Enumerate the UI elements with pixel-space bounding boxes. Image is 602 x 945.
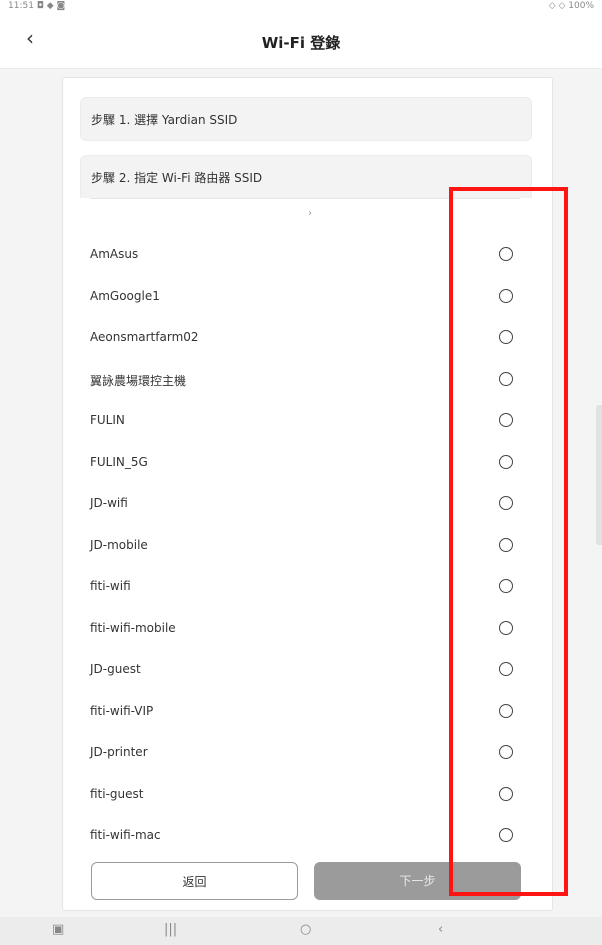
ssid-label: 翼詠農場環控主機 (90, 373, 187, 388)
ssid-label: Aeonsmartfarm02 (90, 330, 199, 344)
nav-home-button[interactable]: ○ (300, 922, 311, 937)
ssid-label: fiti-wifi-VIP (90, 703, 154, 718)
highlight-box (449, 187, 568, 896)
back-step-button[interactable]: 返回 (91, 862, 298, 900)
step1-panel[interactable]: 步驟 1. 選擇 Yardian SSID (80, 97, 532, 141)
ssid-label: AmGoogle1 (90, 288, 160, 303)
ssid-label: fiti-wifi-mac (90, 828, 161, 842)
step1-label: 步驟 1. 選擇 Yardian SSID (91, 113, 238, 127)
status-bar: 11:51 ◘ ◆ ◙ ◇ ◇ 100% (0, 0, 602, 12)
ssid-label: JD-printer (90, 745, 148, 759)
ssid-label: FULIN (90, 413, 125, 427)
app-bar: ‹ Wi-Fi 登錄 (0, 12, 602, 69)
loading-icon: › (308, 208, 312, 219)
status-icons: ◇ ◇ 100% (548, 1, 594, 11)
ssid-label: fiti-guest (90, 786, 144, 801)
nav-recents-button[interactable]: ||| (164, 922, 177, 937)
scrollbar-handle[interactable] (596, 405, 602, 545)
ssid-label: fiti-wifi (90, 579, 131, 593)
step2-label: 步驟 2. 指定 Wi-Fi 路由器 SSID (91, 171, 263, 185)
ssid-label: JD-wifi (90, 496, 128, 510)
ssid-label: fiti-wifi-mobile (90, 620, 176, 635)
ssid-label: JD-guest (90, 662, 141, 676)
page-title: Wi-Fi 登錄 (261, 34, 341, 52)
ssid-label: FULIN_5G (90, 454, 148, 469)
status-time: 11:51 ◘ ◆ ◙ (8, 1, 66, 11)
nav-back-button[interactable]: ‹ (438, 922, 443, 937)
ssid-label: AmAsus (90, 247, 139, 261)
ssid-label: JD-mobile (90, 537, 148, 552)
nav-recent-button[interactable]: ▣ (52, 922, 64, 937)
system-nav-bar: ▣ ||| ○ ‹ (0, 917, 602, 945)
